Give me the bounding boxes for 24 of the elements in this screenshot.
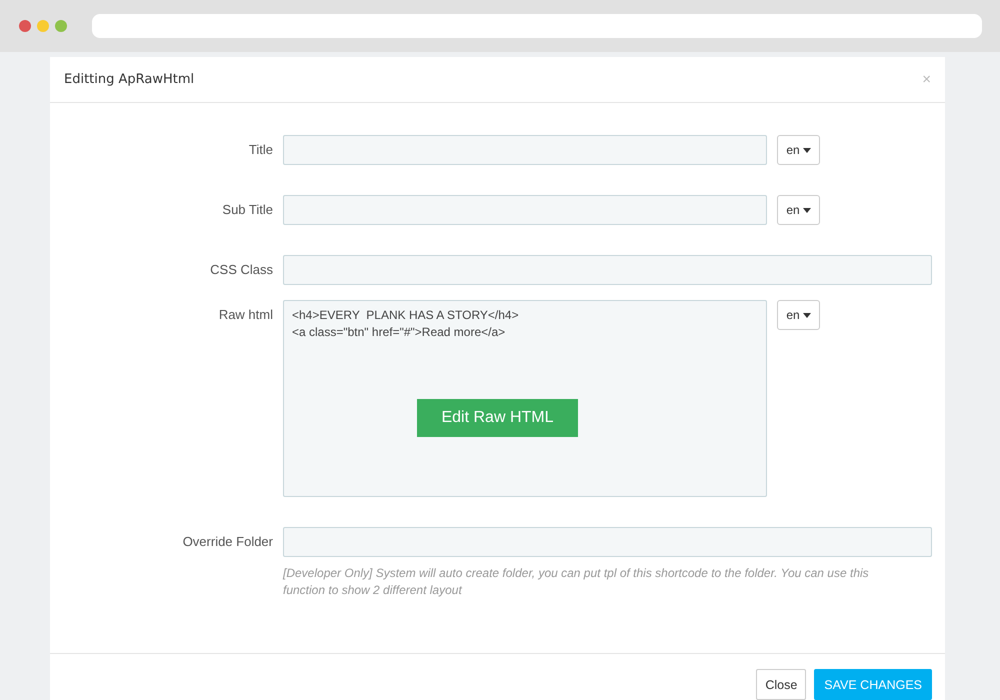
caret-icon [802,148,811,152]
field-label: CSS Class [209,261,273,278]
language-dropdown[interactable]: en [777,195,820,225]
close-button[interactable]: Close [756,669,806,700]
field-label: Title [248,141,273,158]
field-label: Raw html [218,306,273,323]
text-input[interactable] [283,195,767,225]
modal-title: Editting ApRawHtml [64,72,194,87]
code-text: <h4>EVERY PLANK HAS A STORY</h4> <a class="btn" href="#">Read more</a> [292,307,520,341]
field-label: Sub Title [221,201,273,218]
address-bar[interactable] [92,14,982,38]
language-dropdown[interactable]: en [777,300,820,330]
field-label: Override Folder [182,533,273,550]
language-dropdown[interactable]: en [777,135,820,165]
close-dot-icon [19,20,31,32]
maximize-dot-icon [55,20,67,32]
caret-icon [802,312,811,318]
text-input[interactable] [283,135,767,165]
text-input[interactable] [283,255,932,285]
text-input[interactable] [283,527,932,557]
code-editor[interactable]: <h4>EVERY PLANK HAS A STORY</h4> <a class="btn" href="#">Read more</a> Edit Raw HTML [283,300,767,497]
caret-icon [802,208,811,212]
minimize-dot-icon [37,20,49,32]
help-text: [Developer Only] System will auto create folder, you can put tpl of this shortcode to the folder. You can use this function to show 2 different layout [283,565,870,599]
